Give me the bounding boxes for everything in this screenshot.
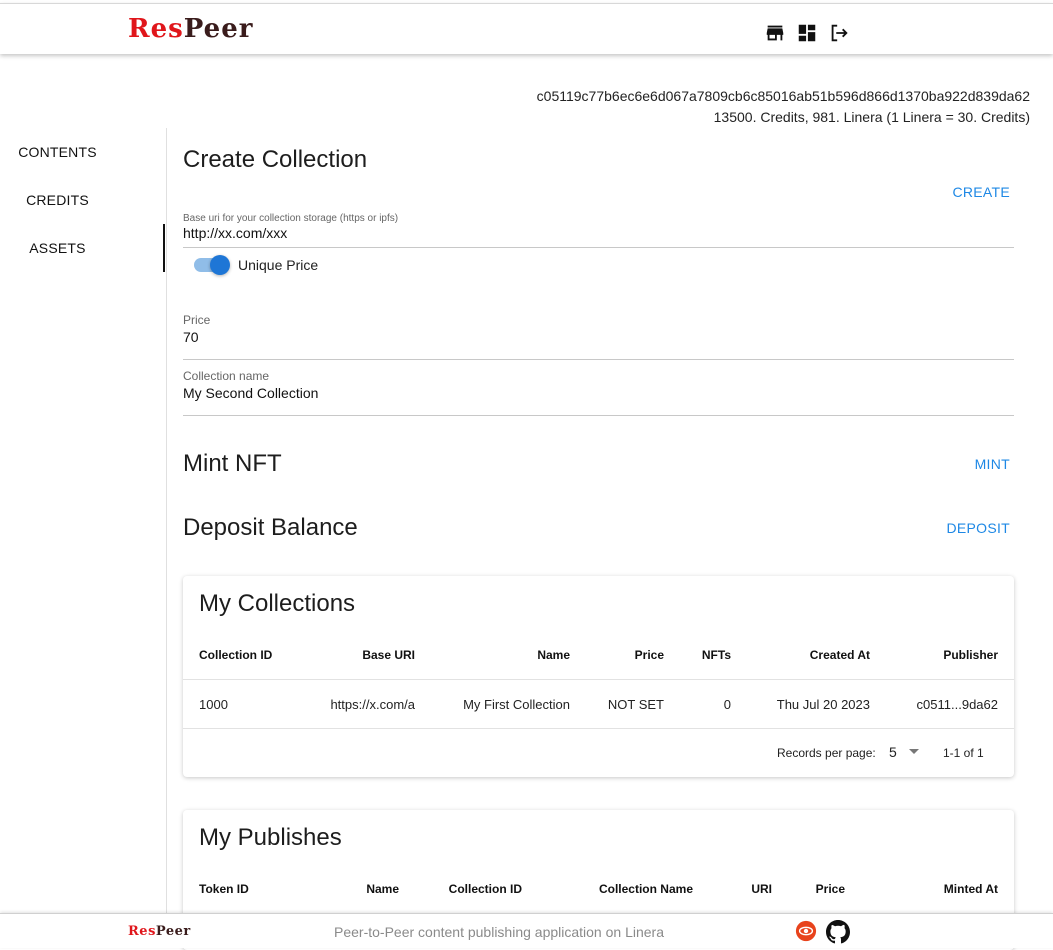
table-cell: Thu Jul 20 2023	[776, 697, 870, 712]
dashboard-icon[interactable]	[796, 22, 818, 44]
collection-name-label: Collection name	[183, 369, 270, 383]
table-cell: 0	[723, 697, 731, 712]
create-button[interactable]: CREATE	[952, 184, 1010, 200]
footer-tagline: Peer-to-Peer content publishing applicat…	[334, 924, 664, 940]
logout-icon[interactable]	[828, 22, 850, 44]
records-per-page-select[interactable]: 5	[889, 744, 897, 760]
store-icon[interactable]	[764, 22, 786, 44]
price-label: Price	[183, 313, 211, 327]
records-per-page-label: Records per page:	[777, 746, 876, 760]
app-logo[interactable]: ResPeer	[128, 14, 253, 44]
header-icons	[764, 22, 850, 44]
column-header[interactable]: Publisher	[943, 648, 998, 662]
sidebar-item-assets[interactable]: ASSETS	[0, 240, 115, 256]
account-balance: 13500. Credits, 981. Linera (1 Linera = …	[713, 109, 1030, 125]
create-collection-title: Create Collection	[183, 146, 368, 173]
column-header[interactable]: URI	[751, 882, 772, 896]
sidebar-item-contents[interactable]: CONTENTS	[0, 144, 115, 160]
column-header[interactable]: Collection ID	[449, 882, 522, 896]
unique-price-toggle[interactable]: Unique Price	[194, 255, 319, 275]
column-header[interactable]: Name	[366, 882, 399, 896]
table-cell: https://x.com/a	[330, 697, 415, 712]
table-divider	[183, 679, 1014, 680]
mint-button[interactable]: MINT	[975, 456, 1010, 472]
my-collections-title: My Collections	[199, 590, 356, 617]
my-publishes-title: My Publishes	[199, 824, 342, 851]
column-header[interactable]: Collection Name	[599, 882, 693, 896]
column-header[interactable]: Price	[635, 648, 664, 662]
account-id: c05119c77b6ec6e6d067a7809cb6c85016ab51b5…	[536, 88, 1030, 104]
column-header[interactable]: Name	[537, 648, 570, 662]
sidebar: CONTENTS CREDITS ASSETS	[0, 128, 167, 928]
column-header[interactable]: Collection ID	[199, 648, 272, 662]
pagination-range: 1-1 of 1	[943, 746, 984, 760]
deposit-balance-title: Deposit Balance	[183, 514, 358, 541]
column-header[interactable]: Base URI	[362, 648, 415, 662]
github-icon[interactable]	[826, 920, 850, 944]
logo-part-dark: Peer	[183, 14, 254, 44]
collection-name-input[interactable]: My Second Collection	[183, 385, 1014, 401]
collection-name-field[interactable]: Collection name My Second Collection	[183, 369, 1014, 416]
table-cell: NOT SET	[607, 697, 664, 712]
sidebar-item-credits[interactable]: CREDITS	[0, 192, 115, 208]
toggle-track[interactable]	[194, 255, 230, 275]
table-divider	[183, 728, 1014, 729]
column-header[interactable]: Price	[816, 882, 845, 896]
footer-icons	[795, 920, 850, 944]
app-header: ResPeer	[0, 3, 1053, 54]
column-header[interactable]: NFTs	[702, 648, 731, 662]
unique-price-label: Unique Price	[238, 257, 319, 273]
table-cell: 1000	[199, 697, 228, 712]
my-collections-card: My Collections Collection ID Base URI Na…	[183, 576, 1014, 777]
column-header[interactable]: Created At	[810, 648, 870, 662]
toggle-thumb[interactable]	[210, 255, 230, 275]
logo-part-red: Res	[128, 14, 184, 44]
price-field[interactable]: Price 70	[183, 313, 1014, 360]
base-uri-input[interactable]: http://xx.com/xxx	[183, 225, 1014, 241]
base-uri-label: Base uri for your collection storage (ht…	[183, 213, 399, 224]
chevron-down-icon[interactable]	[909, 749, 919, 754]
table-cell: c0511...9da62	[916, 697, 998, 712]
price-input[interactable]: 70	[183, 329, 1014, 345]
deposit-button[interactable]: DEPOSIT	[946, 520, 1010, 536]
footer-logo[interactable]: ResPeer	[128, 924, 191, 939]
column-header[interactable]: Token ID	[199, 882, 249, 896]
base-uri-field[interactable]: Base uri for your collection storage (ht…	[183, 213, 1014, 248]
sidebar-active-indicator	[163, 224, 165, 272]
column-header[interactable]: Minted At	[944, 882, 998, 896]
footer-logo-part-red: Res	[128, 924, 156, 939]
footer-logo-part-dark: Peer	[155, 924, 191, 939]
app-footer: ResPeer Peer-to-Peer content publishing …	[0, 913, 1053, 948]
table-cell: My First Collection	[463, 697, 570, 712]
linera-icon[interactable]	[795, 920, 817, 942]
mint-nft-title: Mint NFT	[183, 450, 282, 477]
